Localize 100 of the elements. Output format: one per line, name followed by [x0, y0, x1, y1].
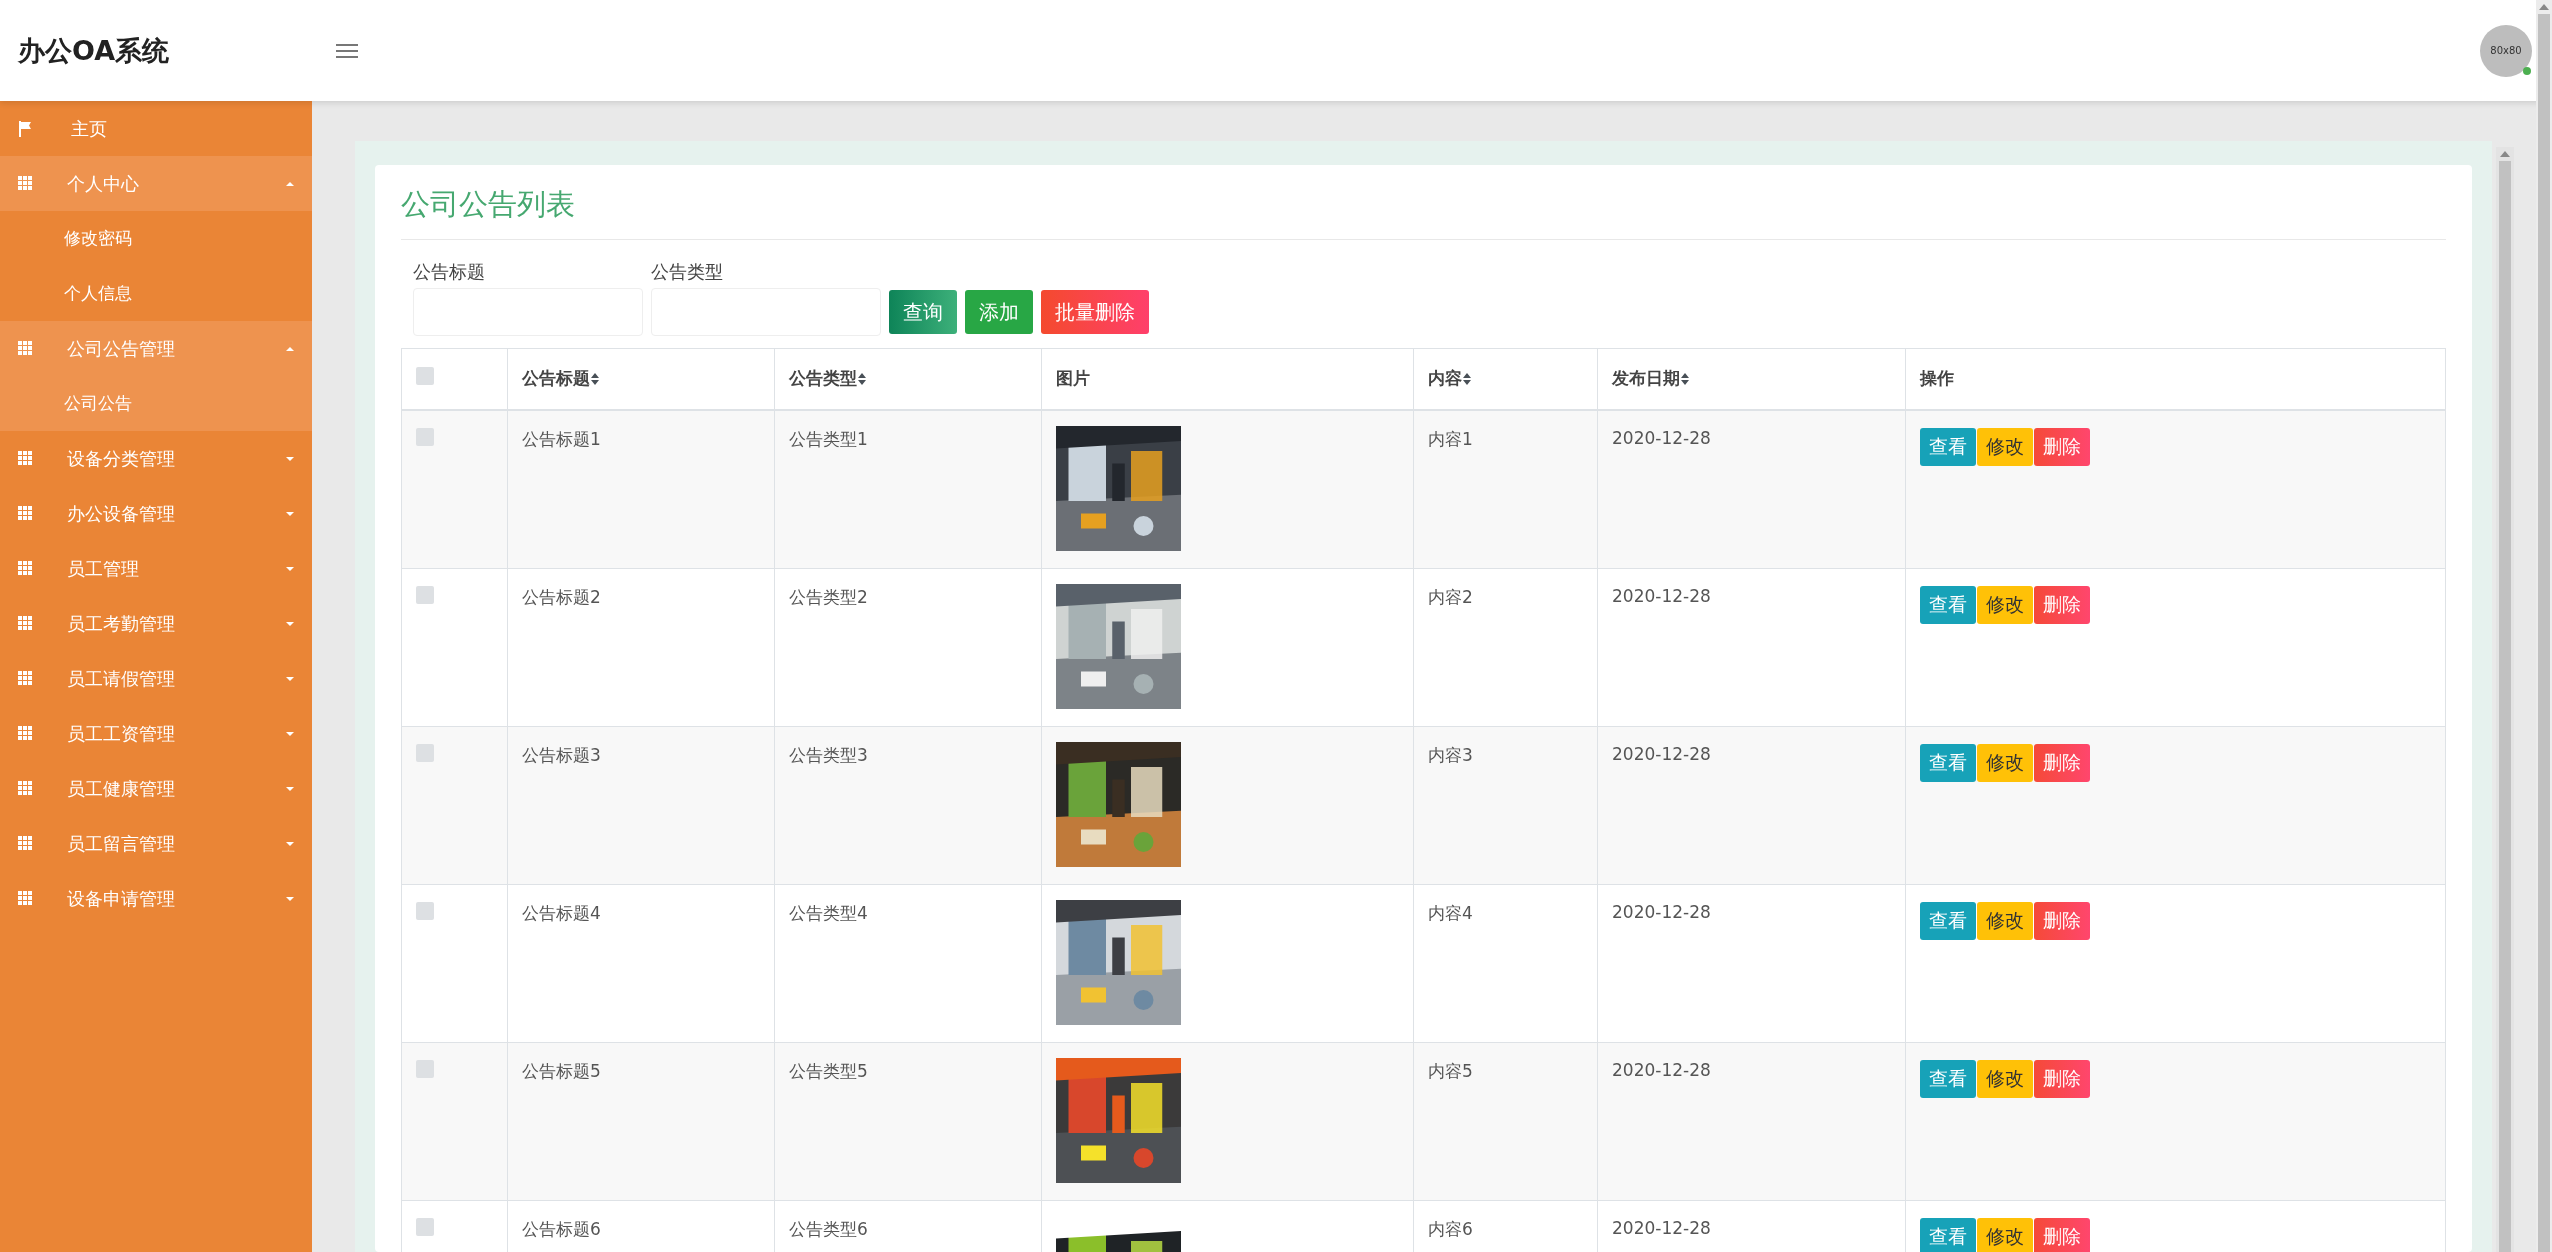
sidebar-item[interactable]: 设备申请管理 [0, 871, 312, 926]
table-cell: 公告类型2 [789, 587, 868, 607]
table-cell: 2020-12-28 [1612, 902, 1711, 922]
table-cell: 公告标题2 [522, 587, 601, 607]
column-header[interactable]: 发布日期 [1612, 367, 1689, 390]
batch-delete-button[interactable]: 批量删除 [1041, 290, 1149, 334]
caret-icon [286, 896, 294, 901]
sidebar-item[interactable]: 员工考勤管理 [0, 596, 312, 651]
flag-icon [18, 120, 32, 137]
table-cell: 2020-12-28 [1612, 1218, 1711, 1238]
caret-icon [286, 731, 294, 736]
sidebar-item[interactable]: 员工请假管理 [0, 651, 312, 706]
caret-icon [286, 511, 294, 516]
grid-icon [18, 836, 33, 851]
column-header[interactable]: 公告标题 [522, 367, 599, 390]
row-checkbox[interactable] [416, 586, 434, 604]
sidebar-item[interactable]: 设备分类管理 [0, 431, 312, 486]
table-cell: 内容2 [1428, 587, 1473, 607]
edit-button[interactable]: 修改 [1977, 744, 2033, 782]
sidebar-item[interactable]: 员工管理 [0, 541, 312, 596]
menu-icon[interactable] [336, 42, 358, 59]
grid-icon [18, 451, 33, 466]
sidebar-item[interactable]: 员工健康管理 [0, 761, 312, 816]
sidebar-item[interactable]: 公司公告管理 [0, 321, 312, 376]
table-cell: 公告标题1 [522, 429, 601, 449]
sidebar-item[interactable]: 主页 [0, 101, 312, 156]
delete-button[interactable]: 删除 [2034, 902, 2090, 940]
table-cell: 公告标题5 [522, 1061, 601, 1081]
row-checkbox[interactable] [416, 1218, 434, 1236]
row-checkbox[interactable] [416, 744, 434, 762]
view-button[interactable]: 查看 [1920, 1060, 1976, 1098]
edit-button[interactable]: 修改 [1977, 428, 2033, 466]
delete-button[interactable]: 删除 [2034, 428, 2090, 466]
caret-icon [286, 566, 294, 571]
caret-icon [286, 346, 294, 351]
row-checkbox[interactable] [416, 902, 434, 920]
delete-button[interactable]: 删除 [2034, 744, 2090, 782]
edit-button[interactable]: 修改 [1977, 902, 2033, 940]
view-button[interactable]: 查看 [1920, 1218, 1976, 1252]
table-cell: 公告标题6 [522, 1219, 601, 1239]
column-header: 图片 [1056, 367, 1090, 390]
select-all-checkbox[interactable] [416, 367, 434, 385]
sidebar-subitem[interactable]: 修改密码 [0, 211, 312, 266]
grid-icon [18, 176, 33, 191]
caret-icon [286, 456, 294, 461]
table-cell: 公告类型5 [789, 1061, 868, 1081]
sidebar-subitem[interactable]: 公司公告 [0, 376, 312, 431]
caret-icon [286, 621, 294, 626]
view-button[interactable]: 查看 [1920, 586, 1976, 624]
scroll-up-icon[interactable] [2500, 151, 2510, 157]
table-cell: 2020-12-28 [1612, 428, 1711, 448]
delete-button[interactable]: 删除 [2034, 1218, 2090, 1252]
page-title: 公司公告列表 [401, 185, 2446, 240]
sidebar-item[interactable]: 个人中心 [0, 156, 312, 211]
scrollbar[interactable] [2496, 147, 2514, 1252]
grid-icon [18, 726, 33, 741]
page-scrollbar[interactable] [2536, 0, 2552, 1252]
caret-icon [286, 786, 294, 791]
row-checkbox[interactable] [416, 1060, 434, 1078]
column-header[interactable]: 公告类型 [789, 367, 866, 390]
sidebar-item[interactable]: 员工工资管理 [0, 706, 312, 761]
delete-button[interactable]: 删除 [2034, 1060, 2090, 1098]
table-cell: 内容3 [1428, 745, 1473, 765]
table-cell: 2020-12-28 [1612, 586, 1711, 606]
view-button[interactable]: 查看 [1920, 744, 1976, 782]
delete-button[interactable]: 删除 [2034, 586, 2090, 624]
table-cell: 内容6 [1428, 1219, 1473, 1239]
caret-icon [286, 676, 294, 681]
table-cell: 2020-12-28 [1612, 744, 1711, 764]
search-button[interactable]: 查询 [889, 290, 957, 334]
field-label: 公告标题 [413, 260, 486, 284]
sidebar-subitem[interactable]: 个人信息 [0, 266, 312, 321]
grid-icon [18, 506, 33, 521]
caret-icon [286, 841, 294, 846]
table-cell: 公告类型6 [789, 1219, 868, 1239]
edit-button[interactable]: 修改 [1977, 1218, 2033, 1252]
caret-icon [286, 181, 294, 186]
column-header[interactable]: 内容 [1428, 367, 1471, 390]
grid-icon [18, 341, 33, 356]
row-checkbox[interactable] [416, 428, 434, 446]
table-cell: 公告标题4 [522, 903, 601, 923]
add-button[interactable]: 添加 [965, 290, 1033, 334]
sidebar-item[interactable]: 办公设备管理 [0, 486, 312, 541]
scroll-up-icon[interactable] [2539, 4, 2549, 10]
table-cell: 公告标题3 [522, 745, 601, 765]
edit-button[interactable]: 修改 [1977, 586, 2033, 624]
grid-icon [18, 781, 33, 796]
field-label: 公告类型 [651, 260, 724, 284]
table-cell: 内容5 [1428, 1061, 1473, 1081]
sidebar-item[interactable]: 员工留言管理 [0, 816, 312, 871]
view-button[interactable]: 查看 [1920, 902, 1976, 940]
edit-button[interactable]: 修改 [1977, 1060, 2033, 1098]
table-cell: 公告类型1 [789, 429, 868, 449]
grid-icon [18, 616, 33, 631]
avatar[interactable]: 80x80 [2480, 24, 2532, 77]
grid-icon [18, 561, 33, 576]
app-title: 办公OA系统 [18, 33, 171, 68]
view-button[interactable]: 查看 [1920, 428, 1976, 466]
grid-icon [18, 671, 33, 686]
grid-icon [18, 891, 33, 906]
